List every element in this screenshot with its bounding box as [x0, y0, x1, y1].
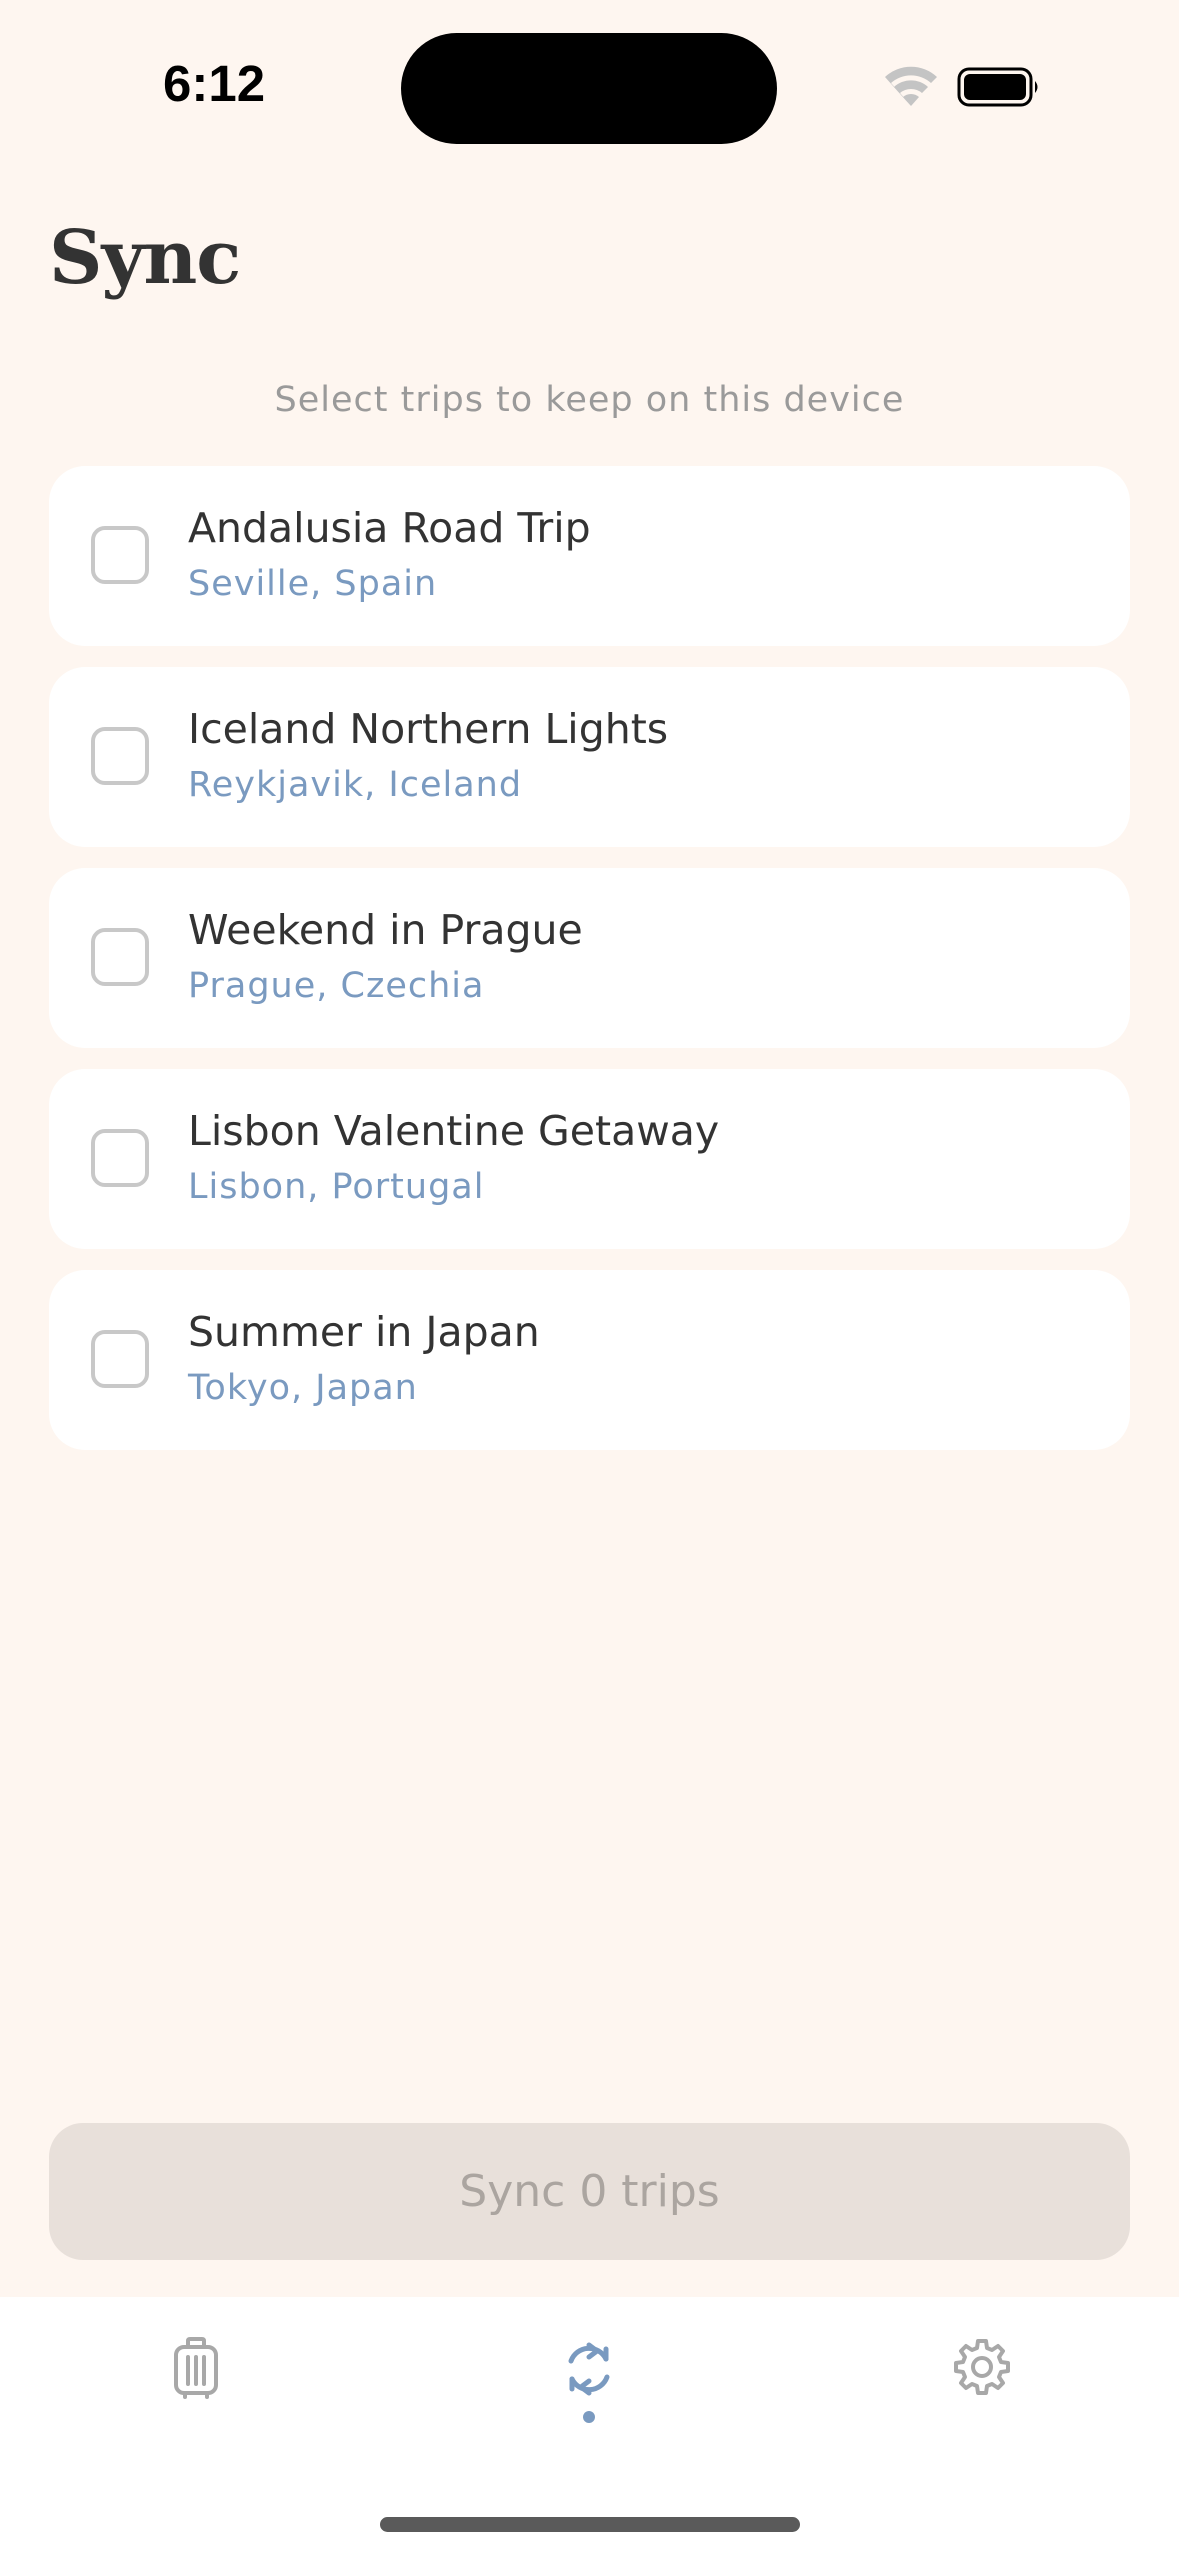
- page-subtitle: Select trips to keep on this device: [274, 380, 905, 420]
- trip-name: Andalusia Road Trip: [188, 504, 591, 552]
- trip-name: Lisbon Valentine Getaway: [188, 1107, 720, 1155]
- trip-location: Prague, Czechia: [188, 966, 485, 1006]
- status-time: 6:12: [163, 55, 266, 112]
- trip-list: Andalusia Road Trip Seville, Spain Icela…: [49, 466, 1130, 1471]
- trip-card-japan[interactable]: Summer in Japan Tokyo, Japan: [49, 1270, 1130, 1450]
- tab-trips[interactable]: [126, 2337, 266, 2477]
- home-indicator: [380, 2517, 800, 2532]
- trip-checkbox[interactable]: [91, 928, 149, 986]
- trip-name: Weekend in Prague: [188, 906, 583, 954]
- dynamic-island: [401, 33, 777, 144]
- tab-settings[interactable]: [912, 2337, 1052, 2477]
- page-title: Sync: [49, 215, 241, 301]
- active-tab-indicator: [583, 2411, 595, 2423]
- sync-button[interactable]: Sync 0 trips: [49, 2123, 1130, 2260]
- trip-location: Reykjavik, Iceland: [188, 765, 523, 805]
- trip-checkbox[interactable]: [91, 526, 149, 584]
- luggage-icon: [174, 2337, 218, 2399]
- sync-icon: [568, 2342, 610, 2396]
- trip-card-lisbon[interactable]: Lisbon Valentine Getaway Lisbon, Portuga…: [49, 1069, 1130, 1249]
- trip-checkbox[interactable]: [91, 727, 149, 785]
- gear-icon: [954, 2339, 1010, 2395]
- wifi-icon: [885, 66, 937, 106]
- trip-checkbox[interactable]: [91, 1129, 149, 1187]
- trip-location: Lisbon, Portugal: [188, 1167, 485, 1207]
- trip-name: Iceland Northern Lights: [188, 705, 669, 753]
- status-bar: 6:12: [0, 0, 1179, 160]
- trip-location: Tokyo, Japan: [188, 1368, 418, 1408]
- battery-icon: [957, 67, 1038, 107]
- tab-sync[interactable]: [519, 2337, 659, 2477]
- trip-location: Seville, Spain: [188, 564, 438, 604]
- trip-card-iceland[interactable]: Iceland Northern Lights Reykjavik, Icela…: [49, 667, 1130, 847]
- trip-card-andalusia[interactable]: Andalusia Road Trip Seville, Spain: [49, 466, 1130, 646]
- trip-card-prague[interactable]: Weekend in Prague Prague, Czechia: [49, 868, 1130, 1048]
- trip-name: Summer in Japan: [188, 1308, 540, 1356]
- trip-checkbox[interactable]: [91, 1330, 149, 1388]
